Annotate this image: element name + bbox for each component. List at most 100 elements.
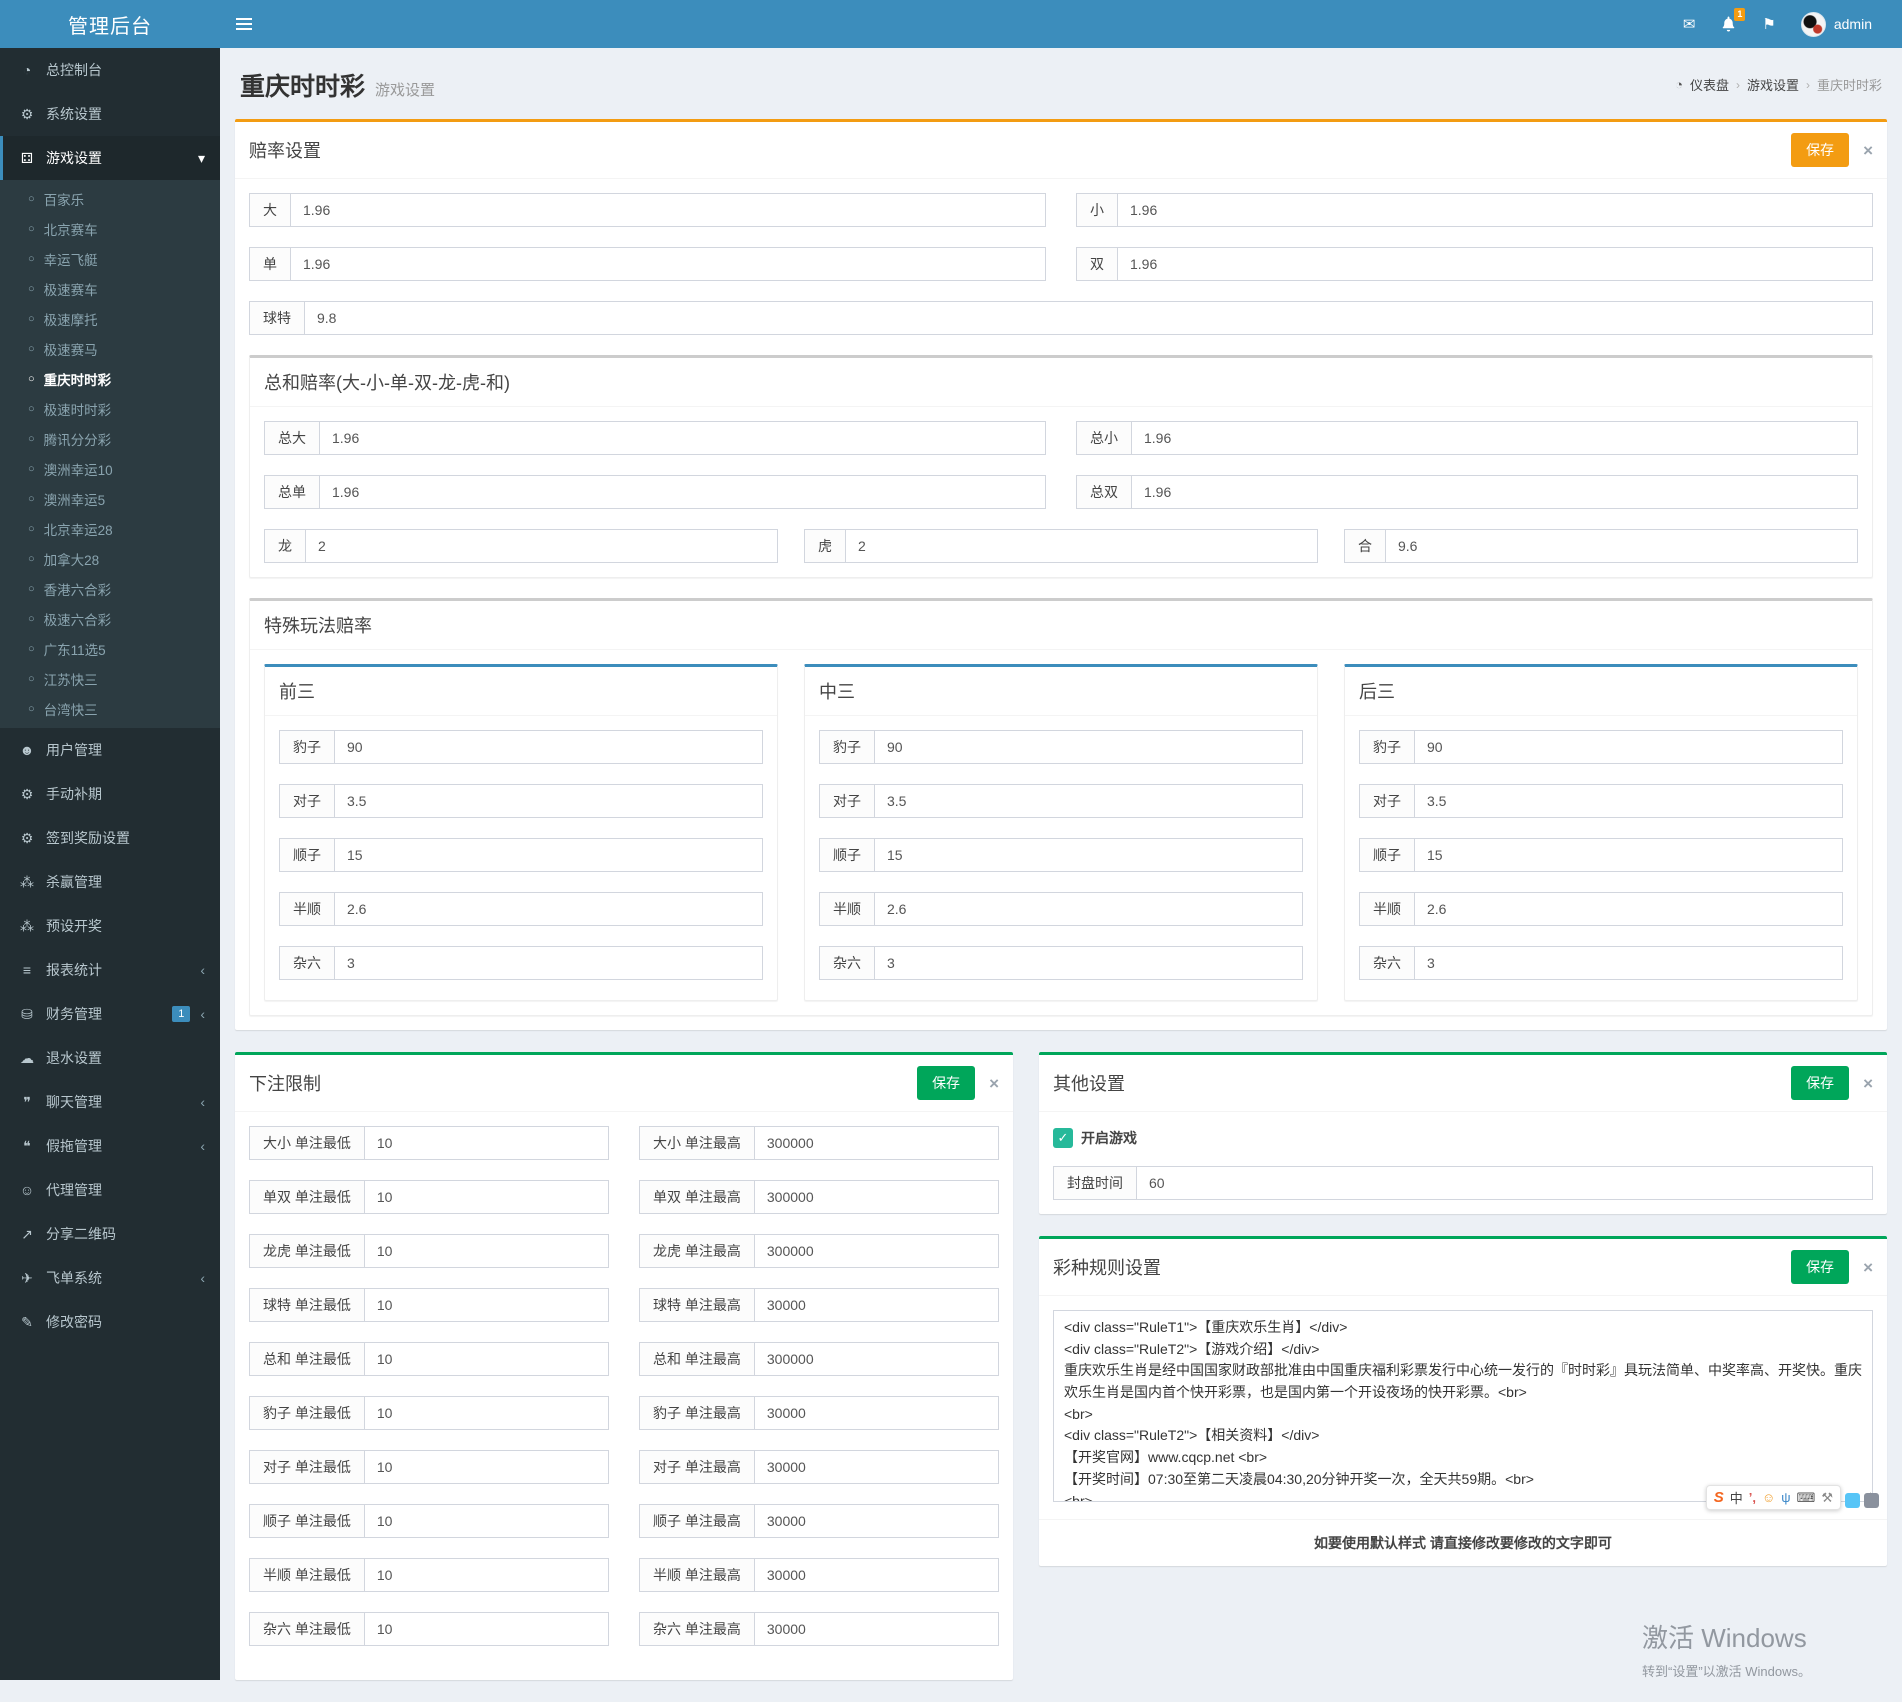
field-input[interactable] (753, 1234, 999, 1268)
field-input[interactable] (334, 784, 763, 818)
field-input[interactable] (1414, 784, 1843, 818)
sidebar-subitem[interactable]: ○ 幸运飞艇 (0, 244, 220, 274)
sidebar-subitem[interactable]: ○ 加拿大28 (0, 544, 220, 574)
sidebar-item-gauge-0[interactable]: ◔ 总控制台 (0, 48, 220, 92)
sidebar-subitem[interactable]: ○ 极速六合彩 (0, 604, 220, 634)
ime-keyboard-icon[interactable]: ⌨ (1797, 1490, 1816, 1506)
sidebar-item-cubes-7[interactable]: ⁂ 预设开奖 (0, 904, 220, 948)
ime-emoji-icon[interactable]: ☺ (1762, 1490, 1775, 1505)
field-input[interactable] (1414, 946, 1843, 980)
odds-save-button[interactable]: 保存 (1791, 133, 1850, 167)
field-input[interactable] (1414, 838, 1843, 872)
messages-icon[interactable]: ✉ (1670, 0, 1709, 48)
other-settings-save-button[interactable]: 保存 (1791, 1066, 1850, 1100)
sidebar-item-share-14[interactable]: ↗ 分享二维码 (0, 1212, 220, 1256)
field-input[interactable] (319, 421, 1046, 455)
field-input[interactable] (363, 1234, 609, 1268)
sidebar-item-chat-11[interactable]: ❞ 聊天管理 ‹ (0, 1080, 220, 1124)
flag-icon[interactable]: ⚑ (1749, 0, 1788, 48)
sidebar-subitem[interactable]: ○ 澳洲幸运5 (0, 484, 220, 514)
field-input[interactable] (845, 529, 1318, 563)
field-input[interactable] (363, 1396, 609, 1430)
ime-mic-icon[interactable]: ψ (1781, 1490, 1790, 1505)
sidebar-subitem[interactable]: ○ 极速赛车 (0, 274, 220, 304)
sidebar-item-gear-4[interactable]: ⚙ 手动补期 (0, 772, 220, 816)
field-input[interactable] (363, 1288, 609, 1322)
field-input[interactable] (753, 1396, 999, 1430)
bet-limit-close-icon[interactable]: × (989, 1075, 999, 1092)
field-input[interactable] (753, 1342, 999, 1376)
sidebar-subitem[interactable]: ○ 重庆时时彩 (0, 364, 220, 394)
ime-chinese-mode-icon[interactable]: 中 (1730, 1488, 1743, 1507)
field-input[interactable] (753, 1558, 999, 1592)
field-input[interactable] (1385, 529, 1858, 563)
field-input[interactable] (753, 1126, 999, 1160)
sidebar-subitem[interactable]: ○ 极速摩托 (0, 304, 220, 334)
field-input[interactable] (334, 946, 763, 980)
field-input[interactable] (1131, 421, 1858, 455)
sidebar-item-user-plus-13[interactable]: ☺ 代理管理 (0, 1168, 220, 1212)
sidebar-subitem[interactable]: ○ 台湾快三 (0, 694, 220, 724)
field-input[interactable] (874, 892, 1303, 926)
field-input[interactable] (874, 730, 1303, 764)
field-input[interactable] (874, 784, 1303, 818)
field-input[interactable] (304, 301, 1873, 335)
field-input[interactable] (334, 838, 763, 872)
other-settings-close-icon[interactable]: × (1863, 1075, 1873, 1092)
breadcrumb-game-settings[interactable]: 游戏设置 (1747, 75, 1799, 94)
sidebar-subitem[interactable]: ○ 江苏快三 (0, 664, 220, 694)
sidebar-item-list-8[interactable]: ≡ 报表统计 ‹ (0, 948, 220, 992)
sidebar-item-database-9[interactable]: ⛁ 财务管理 1 ‹ (0, 992, 220, 1036)
sidebar-subitem[interactable]: ○ 澳洲幸运10 (0, 454, 220, 484)
close-time-input[interactable] (1136, 1166, 1873, 1200)
sidebar-item-send-15[interactable]: ✈ 飞单系统 ‹ (0, 1256, 220, 1300)
field-input[interactable] (753, 1504, 999, 1538)
sidebar-item-cloud-10[interactable]: ☁ 退水设置 (0, 1036, 220, 1080)
field-input[interactable] (363, 1504, 609, 1538)
field-input[interactable] (319, 475, 1046, 509)
odds-close-icon[interactable]: × (1863, 142, 1873, 159)
sidebar-item-gamepad-2[interactable]: ⚃ 游戏设置 ▾ (0, 136, 220, 180)
field-input[interactable] (874, 946, 1303, 980)
user-menu[interactable]: admin (1789, 0, 1884, 48)
field-input[interactable] (753, 1288, 999, 1322)
notifications-icon[interactable]: 1 (1708, 0, 1749, 48)
sidebar-item-comment-12[interactable]: ❝ 假拖管理 ‹ (0, 1124, 220, 1168)
sidebar-subitem[interactable]: ○ 极速时时彩 (0, 394, 220, 424)
sidebar-subitem[interactable]: ○ 北京幸运28 (0, 514, 220, 544)
tray-icon[interactable] (1845, 1493, 1860, 1508)
field-input[interactable] (290, 193, 1046, 227)
sogou-logo-icon[interactable]: S (1714, 1489, 1724, 1506)
sidebar-item-gear-5[interactable]: ⚙ 签到奖励设置 (0, 816, 220, 860)
field-input[interactable] (753, 1612, 999, 1646)
field-input[interactable] (1414, 892, 1843, 926)
sidebar-subitem[interactable]: ○ 北京赛车 (0, 214, 220, 244)
sidebar-subitem[interactable]: ○ 百家乐 (0, 184, 220, 214)
enable-game-checkbox-row[interactable]: ✓ 开启游戏 (1053, 1128, 1873, 1148)
field-input[interactable] (334, 892, 763, 926)
sidebar-item-cubes-6[interactable]: ⁂ 杀赢管理 (0, 860, 220, 904)
sidebar-subitem[interactable]: ○ 广东11选5 (0, 634, 220, 664)
field-input[interactable] (334, 730, 763, 764)
tray-icon[interactable] (1864, 1493, 1879, 1508)
rules-close-icon[interactable]: × (1863, 1259, 1873, 1276)
field-input[interactable] (305, 529, 778, 563)
checkbox-checked-icon[interactable]: ✓ (1053, 1128, 1073, 1148)
sidebar-item-cogs-1[interactable]: ⚙ 系统设置 (0, 92, 220, 136)
sidebar-subitem[interactable]: ○ 极速赛马 (0, 334, 220, 364)
field-input[interactable] (363, 1342, 609, 1376)
ime-toolbox-icon[interactable]: ⚒ (1821, 1490, 1833, 1506)
field-input[interactable] (363, 1612, 609, 1646)
sidebar-subitem[interactable]: ○ 香港六合彩 (0, 574, 220, 604)
field-input[interactable] (874, 838, 1303, 872)
sidebar-item-users-3[interactable]: ☻ 用户管理 (0, 728, 220, 772)
sidebar-toggle-button[interactable] (220, 0, 268, 48)
sidebar-item-cart-16[interactable]: ✎ 修改密码 (0, 1300, 220, 1344)
field-input[interactable] (1117, 193, 1873, 227)
bet-limit-save-button[interactable]: 保存 (917, 1066, 976, 1100)
rules-textarea[interactable]: <div class="RuleT1">【重庆欢乐生肖】</div> <div … (1053, 1310, 1873, 1502)
field-input[interactable] (753, 1450, 999, 1484)
sidebar-subitem[interactable]: ○ 腾讯分分彩 (0, 424, 220, 454)
field-input[interactable] (1131, 475, 1858, 509)
field-input[interactable] (363, 1126, 609, 1160)
